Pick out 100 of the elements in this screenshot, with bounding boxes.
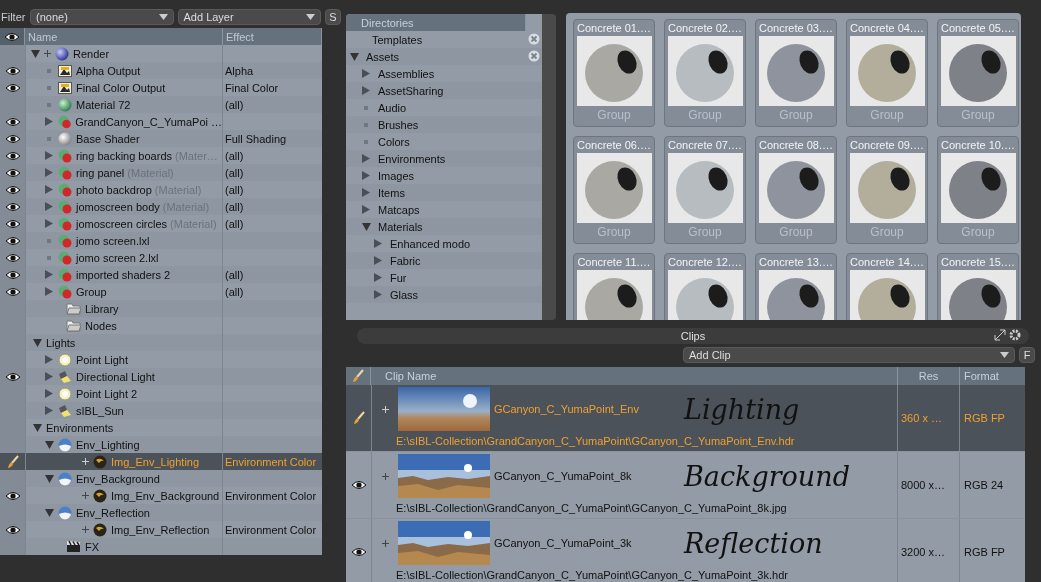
clip-row[interactable]: GCanyon_C_YumaPoint_Env Lighting E:\sIBL-Collection\GrandCanyon_C_YumaPoint\GCanyon_C_YumaPoint_Env.hdr 360 x … RGB FP — [346, 385, 1025, 452]
directory-item[interactable]: Brushes — [346, 116, 542, 133]
collapsed-triangle-icon[interactable] — [362, 154, 370, 163]
tree-row[interactable]: Library — [0, 300, 322, 317]
tree-row[interactable]: Env_Background — [0, 470, 322, 487]
expanded-triangle-icon[interactable] — [44, 508, 54, 517]
add-clip-dropdown[interactable]: Add Clip — [683, 347, 1015, 363]
collapsed-triangle-icon[interactable] — [45, 219, 53, 228]
collapsed-triangle-icon[interactable] — [362, 86, 370, 95]
directory-item[interactable]: Images — [346, 167, 542, 184]
collapsed-triangle-icon[interactable] — [45, 355, 53, 364]
collapsed-triangle-icon[interactable] — [45, 151, 53, 160]
directory-item[interactable]: Matcaps — [346, 201, 542, 218]
filter-dropdown[interactable]: (none) — [30, 9, 174, 25]
tree-row[interactable]: jomo screen.lxl — [0, 232, 322, 249]
collapsed-triangle-icon[interactable] — [45, 117, 53, 126]
collapsed-triangle-icon[interactable] — [362, 188, 370, 197]
tree-row[interactable]: Img_Env_Lighting Environment Color — [0, 453, 322, 470]
eye-icon[interactable] — [350, 480, 367, 490]
directory-item[interactable]: Environments — [346, 150, 542, 167]
expanded-triangle-icon[interactable] — [44, 440, 54, 449]
plus-icon[interactable] — [44, 50, 51, 57]
f-button[interactable]: F — [1019, 347, 1035, 363]
expanded-triangle-icon[interactable] — [44, 474, 54, 483]
directory-item[interactable]: Materials — [346, 218, 542, 235]
directory-item[interactable]: Enhanced modo — [346, 235, 542, 252]
collapsed-triangle-icon[interactable] — [45, 168, 53, 177]
directory-item[interactable]: Fabric — [346, 252, 542, 269]
gear-icon[interactable] — [1009, 329, 1021, 341]
eye-icon[interactable] — [4, 184, 21, 195]
eye-icon[interactable] — [4, 65, 21, 76]
directory-item[interactable]: Templates — [346, 31, 542, 48]
eye-icon[interactable] — [4, 252, 21, 263]
collapsed-triangle-icon[interactable] — [45, 202, 53, 211]
clip-row[interactable]: GCanyon_C_YumaPoint_3k Reflection E:\sIBL-Collection\GrandCanyon_C_YumaPoint\GCanyon_C_YumaPoint_3k.hdr 3200 x… RGB FP — [346, 519, 1025, 582]
eye-icon[interactable] — [350, 547, 367, 557]
tree-row[interactable]: Directional Light — [0, 368, 322, 385]
eye-icon[interactable] — [4, 82, 21, 93]
directory-item[interactable]: Items — [346, 184, 542, 201]
eye-icon[interactable] — [4, 167, 21, 178]
collapsed-triangle-icon[interactable] — [374, 273, 382, 282]
material-mask-icon — [58, 182, 72, 197]
column-header[interactable]: Format — [960, 367, 1025, 385]
plus-icon[interactable] — [381, 472, 389, 480]
expanded-triangle-icon[interactable] — [30, 49, 40, 58]
eye-icon[interactable] — [4, 116, 21, 127]
tree-row[interactable]: Material 72 (all) — [0, 96, 322, 113]
brush-icon[interactable] — [352, 411, 365, 425]
tree-row[interactable]: Env_Reflection — [0, 504, 322, 521]
collapsed-triangle-icon[interactable] — [45, 389, 53, 398]
tree-row[interactable]: Env_Lighting — [0, 436, 322, 453]
directory-item[interactable]: Assets — [346, 48, 542, 65]
scrollbar[interactable] — [542, 14, 556, 320]
expanded-triangle-icon[interactable] — [349, 52, 359, 61]
eye-icon[interactable] — [4, 150, 21, 161]
eye-icon[interactable] — [4, 201, 21, 212]
directory-item[interactable]: Glass — [346, 286, 542, 303]
plus-icon[interactable] — [82, 526, 89, 533]
expanded-triangle-icon[interactable] — [32, 423, 42, 432]
directory-item[interactable]: Fur — [346, 269, 542, 286]
tree-row[interactable]: Alpha Output Alpha — [0, 62, 322, 79]
collapsed-triangle-icon[interactable] — [362, 171, 370, 180]
collapsed-triangle-icon[interactable] — [374, 256, 382, 265]
expanded-triangle-icon[interactable] — [32, 338, 42, 347]
collapsed-triangle-icon[interactable] — [362, 69, 370, 78]
tree-row[interactable]: Base Shader Full Shading — [0, 130, 322, 147]
collapsed-triangle-icon[interactable] — [374, 290, 382, 299]
eye-icon[interactable] — [4, 269, 21, 280]
clip-row[interactable]: GCanyon_C_YumaPoint_8k Background E:\sIBL-Collection\GrandCanyon_C_YumaPoint\GCanyon_C_YumaPoint_8k.jpg 8000 x… RGB 24 — [346, 452, 1025, 519]
collapsed-triangle-icon[interactable] — [45, 287, 53, 296]
tree-row[interactable]: imported shaders 2 (all) — [0, 266, 322, 283]
eye-icon[interactable] — [4, 218, 21, 229]
close-icon[interactable] — [528, 50, 540, 62]
eye-icon[interactable] — [4, 133, 21, 144]
plus-icon[interactable] — [381, 539, 389, 547]
directory-item[interactable]: Audio — [346, 99, 542, 116]
tree-row[interactable]: FX — [0, 538, 322, 555]
expanded-triangle-icon[interactable] — [361, 222, 371, 231]
eye-icon[interactable] — [4, 490, 21, 501]
eye-icon[interactable] — [4, 286, 21, 297]
collapsed-triangle-icon[interactable] — [45, 185, 53, 194]
expand-icon[interactable] — [994, 329, 1006, 341]
eye-icon[interactable] — [4, 371, 21, 382]
tree-row[interactable]: sIBL_Sun — [0, 402, 322, 419]
brush-icon[interactable] — [6, 454, 19, 469]
collapsed-triangle-icon[interactable] — [45, 372, 53, 381]
s-button[interactable]: S — [325, 9, 341, 25]
close-icon[interactable] — [528, 33, 540, 45]
add-layer-dropdown[interactable]: Add Layer — [177, 9, 321, 25]
directory-item[interactable]: AssetSharing — [346, 82, 542, 99]
eye-icon[interactable] — [4, 524, 21, 535]
directory-item[interactable]: Colors — [346, 133, 542, 150]
plus-icon[interactable] — [82, 492, 89, 499]
collapsed-triangle-icon[interactable] — [45, 270, 53, 279]
collapsed-triangle-icon[interactable] — [374, 239, 382, 248]
collapsed-triangle-icon[interactable] — [45, 406, 53, 415]
collapsed-triangle-icon[interactable] — [362, 205, 370, 214]
eye-icon[interactable] — [4, 235, 21, 246]
directory-item[interactable]: Assemblies — [346, 65, 542, 82]
tree-row[interactable]: Lights — [0, 334, 322, 351]
